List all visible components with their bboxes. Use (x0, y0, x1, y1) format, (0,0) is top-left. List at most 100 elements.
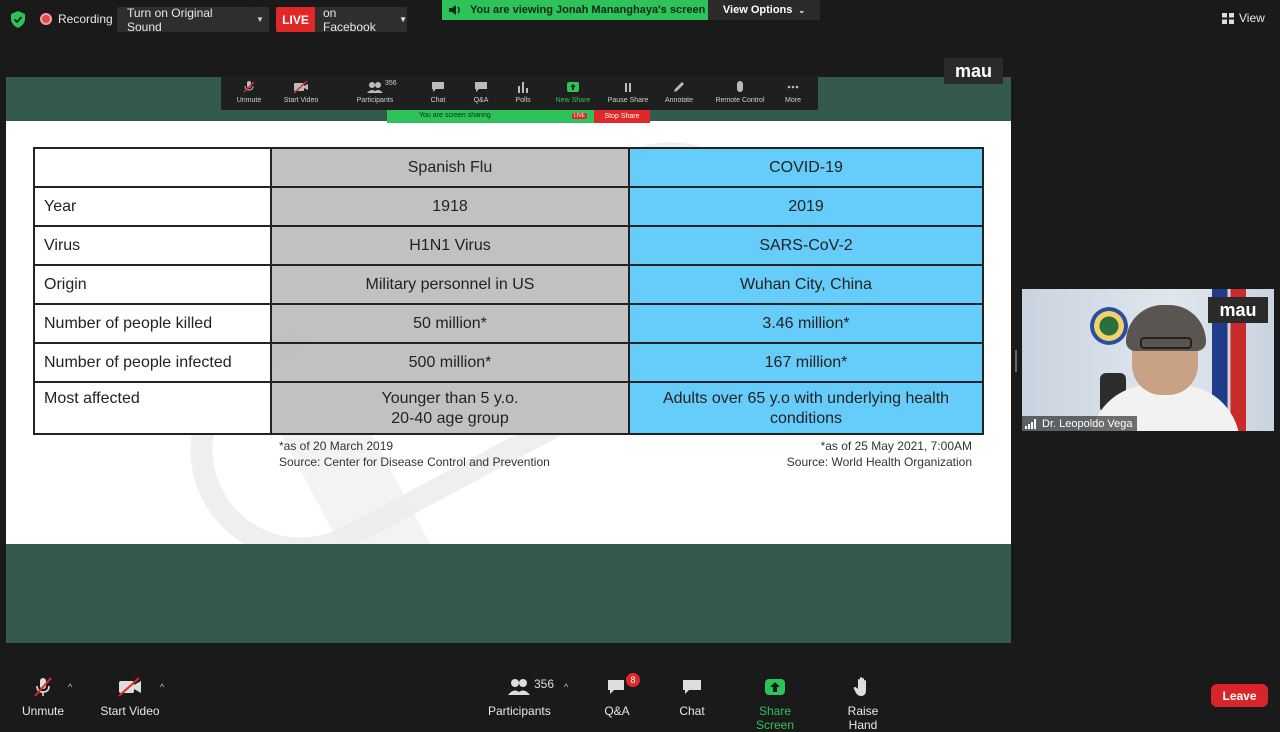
raise-hand-button[interactable]: Raise Hand (832, 675, 894, 732)
viewing-text: You are viewing Jonah Mananghaya's scree… (470, 4, 706, 16)
table-header-spanish-flu: Spanish Flu (270, 147, 630, 188)
footnote-date: *as of 20 March 2019 (279, 439, 394, 453)
participants-label: Participants (488, 704, 551, 718)
grid-view-icon (1222, 12, 1234, 24)
participants-icon (508, 679, 530, 695)
table-row: Number of people infected 500 million* 1… (33, 342, 984, 383)
seal-image (1090, 307, 1128, 345)
footnote-source: Source: Center for Disease Control and P… (279, 455, 550, 469)
mini-participants-button: Participants 356 (345, 80, 405, 104)
row-label: Year (33, 186, 272, 227)
chevron-up-icon[interactable]: ^ (68, 682, 72, 692)
live-stream-dropdown[interactable]: on Facebook ▼ (315, 5, 407, 34)
shared-screen: Spanish Flu COVID-19 Year 1918 2019 Viru… (6, 77, 1011, 643)
mini-label: Unmute (236, 97, 262, 104)
live-target-label: on Facebook (323, 5, 376, 34)
qa-icon (475, 82, 487, 92)
view-button[interactable]: View (1222, 9, 1265, 27)
row-label: Number of people killed (33, 303, 272, 344)
mini-unmute-button: Unmute (221, 80, 277, 104)
footnote-right: *as of 25 May 2021, 7:00AM Source: World… (766, 438, 972, 470)
mouse-icon (737, 81, 743, 92)
row-label: Origin (33, 264, 272, 305)
pencil-icon (674, 82, 684, 92)
meeting-top-bar: Recording Turn on Original Sound ▼ LIVE … (0, 0, 1280, 40)
mic-muted-icon (243, 81, 255, 93)
chevron-down-icon: ▼ (399, 15, 407, 24)
raise-hand-icon (853, 677, 866, 696)
mini-participants-count: 356 (385, 80, 397, 87)
footnote-left: *as of 20 March 2019 Source: Center for … (279, 438, 550, 470)
flu-cell: Military personnel in US (270, 264, 630, 305)
record-dot-icon (40, 13, 52, 25)
more-icon (787, 85, 799, 89)
share-name-label: mau (944, 58, 1003, 84)
panel-resize-handle[interactable] (1015, 350, 1017, 372)
flu-cell: 1918 (270, 186, 630, 227)
recording-label: Recording (58, 12, 113, 26)
table-header-row: Spanish Flu COVID-19 (33, 147, 984, 188)
row-label: Virus (33, 225, 272, 266)
screen-sharing-bar: You are screen sharing LIVE Stop Share (387, 110, 650, 123)
mini-polls-button: Polls (495, 80, 551, 104)
original-sound-button[interactable]: Turn on Original Sound (117, 6, 251, 34)
covid-cell: 167 million* (628, 342, 984, 383)
mini-pause-share-button: Pause Share (600, 80, 656, 104)
flu-cell: 50 million* (270, 303, 630, 344)
meeting-controls-bar: Unmute ^ Start Video ^ Participants 356 … (0, 666, 1280, 732)
share-screen-button[interactable]: Share Screen (740, 675, 810, 732)
row-label: Number of people infected (33, 342, 272, 383)
chevron-down-icon[interactable]: ▼ (251, 7, 269, 32)
video-off-icon (293, 80, 308, 94)
polls-icon (518, 82, 528, 93)
footnote-source: Source: World Health Organization (786, 455, 972, 469)
speaker-icon (449, 5, 460, 15)
covid-cell-line: conditions (769, 410, 843, 427)
sharing-text: You are screen sharing (419, 112, 491, 119)
chevron-up-icon[interactable]: ^ (160, 682, 164, 692)
mini-label: Remote Control (715, 97, 765, 104)
flu-cell: Younger than 5 y.o. 20-40 age group (270, 381, 630, 435)
participant-name-tag: Dr. Leopoldo Vega (1022, 416, 1137, 431)
mini-label: Start Video (283, 97, 319, 104)
view-options-label: View Options (722, 4, 793, 16)
video-off-icon (118, 677, 141, 697)
recording-indicator[interactable]: Recording (40, 11, 113, 27)
participants-icon (367, 82, 383, 93)
mini-label: Chat (430, 97, 446, 104)
flu-cell-line: Younger than 5 y.o. (381, 390, 519, 407)
live-badge[interactable]: LIVE (276, 7, 315, 32)
mini-label: Q&A (473, 97, 489, 104)
chat-icon (432, 82, 444, 92)
stop-share-button: Stop Share (594, 110, 650, 123)
unmute-label: Unmute (21, 704, 65, 718)
flu-cell: 500 million* (270, 342, 630, 383)
covid-cell: Adults over 65 y.o with underlying healt… (628, 381, 984, 435)
mini-label: Pause Share (607, 97, 649, 104)
row-label: Most affected (33, 381, 272, 435)
view-options-button[interactable]: View Options ⌄ (708, 0, 820, 20)
start-video-label: Start Video (100, 704, 160, 718)
table-header-covid: COVID-19 (628, 147, 984, 188)
presenter-toolbar: Unmute Start Video Participants 356 Chat… (221, 76, 818, 110)
start-video-button[interactable]: Start Video (100, 675, 160, 718)
shield-icon[interactable] (10, 11, 26, 28)
mini-annotate-button: Annotate (651, 80, 707, 104)
qa-label: Q&A (604, 704, 630, 718)
table-row: Number of people killed 50 million* 3.46… (33, 303, 984, 344)
chevron-up-icon[interactable]: ^ (564, 682, 568, 692)
mini-new-share-button: New Share (545, 80, 601, 104)
signal-icon (1025, 418, 1036, 429)
unmute-button[interactable]: Unmute (18, 675, 68, 718)
person-glasses (1140, 337, 1192, 349)
chat-icon (683, 680, 701, 694)
flu-cell: H1N1 Virus (270, 225, 630, 266)
participants-count: 356 (534, 677, 555, 691)
share-screen-label: Share Screen (755, 704, 795, 732)
leave-button[interactable]: Leave (1211, 684, 1268, 707)
chat-button[interactable]: Chat (675, 675, 709, 718)
participant-video-tile[interactable]: mau Dr. Leopoldo Vega (1022, 289, 1274, 431)
mini-label: New Share (555, 97, 591, 104)
mic-muted-icon (34, 677, 52, 697)
covid-cell: 2019 (628, 186, 984, 227)
